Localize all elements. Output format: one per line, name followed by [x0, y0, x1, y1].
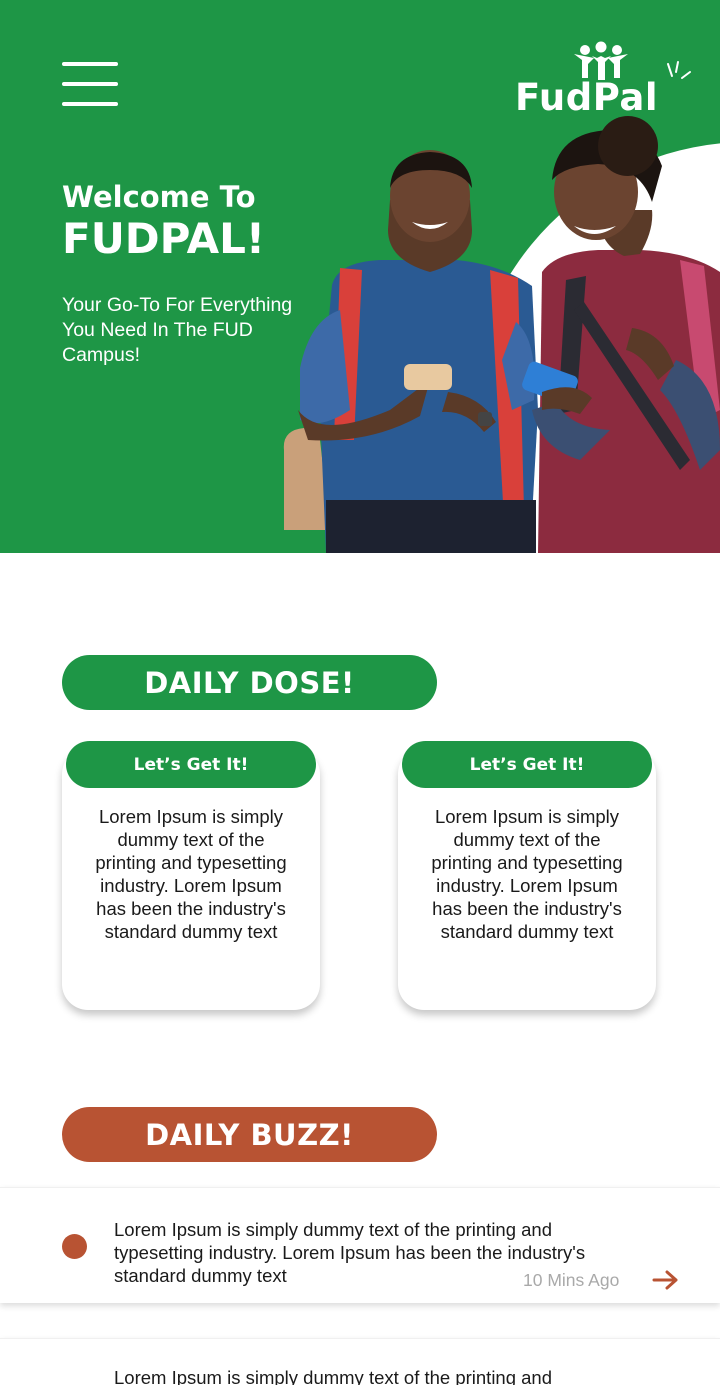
- lets-get-it-button[interactable]: Let’s Get It!: [402, 741, 652, 788]
- lets-get-it-button[interactable]: Let’s Get It!: [66, 741, 316, 788]
- daily-dose-heading: DAILY DOSE!: [62, 655, 437, 710]
- buzz-item-time: 10 Mins Ago: [523, 1270, 620, 1290]
- buzz-list-item[interactable]: Lorem Ipsum is simply dummy text of the …: [0, 1338, 720, 1385]
- hero-title-line1: Welcome To: [62, 180, 256, 214]
- buzz-bullet-dot: [62, 1234, 87, 1259]
- hero-title-line2: FUDPAL!: [62, 214, 266, 263]
- students-photo: [283, 116, 720, 553]
- arrow-right-icon[interactable]: [652, 1270, 680, 1290]
- hero-subtitle: Your Go-To For Everything You Need In Th…: [62, 294, 293, 366]
- dose-card-text: Lorem Ipsum is simply dummy text of the …: [431, 806, 623, 942]
- hamburger-menu-icon[interactable]: [58, 60, 122, 110]
- fudpal-logo[interactable]: FudPal: [512, 40, 702, 120]
- buzz-list-item[interactable]: Lorem Ipsum is simply dummy text of the …: [0, 1187, 720, 1303]
- hero-banner: FudPal Welcome To FUDPAL! Your Go-To For…: [0, 0, 720, 553]
- buzz-item-text: Lorem Ipsum is simply dummy text of the …: [114, 1367, 553, 1385]
- dose-card-text: Lorem Ipsum is simply dummy text of the …: [95, 806, 287, 942]
- daily-buzz-heading: DAILY BUZZ!: [62, 1107, 437, 1162]
- daily-dose-card: Let’s Get It! Lorem Ipsum is simply dumm…: [62, 741, 320, 1010]
- daily-dose-card: Let’s Get It! Lorem Ipsum is simply dumm…: [398, 741, 656, 1010]
